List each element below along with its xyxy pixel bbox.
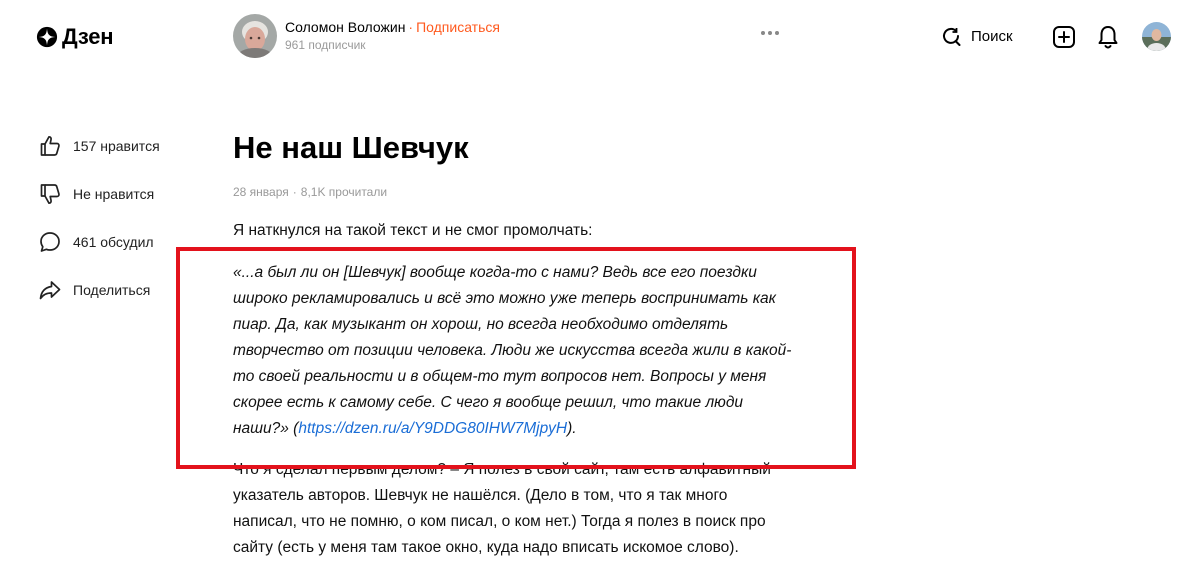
quote-end: ). [567,420,577,437]
read-count: 8,1K прочитали [300,185,388,199]
logo-text: Дзен [62,24,114,49]
share-label: Поделиться [73,282,151,298]
more-dot-icon [768,31,772,35]
user-avatar[interactable] [1142,22,1171,51]
subscriber-count: 961 подписчик [285,37,366,52]
article-actions: 157 нравится Не нравится 461 обсудил Под… [38,134,160,326]
author-name[interactable]: Соломон Воложин [285,19,405,35]
article-title: Не наш Шевчук [233,130,469,165]
intro-paragraph: Я наткнулся на такой текст и не смог про… [233,222,593,239]
article: Не наш Шевчук 28 января · 8,1K прочитали Я… [233,128,813,561]
add-post-icon[interactable] [1052,25,1076,49]
like-count: 157 нравится [73,138,160,154]
author-info: Соломон Воложин · Подписаться 961 подпис… [285,19,500,52]
more-options-button[interactable] [757,27,783,39]
author-line: Соломон Воложин · Подписаться [285,19,500,35]
body-paragraph: Что я сделал первым делом? – Я полез в с… [233,461,771,556]
search-icon [943,27,961,46]
comment-count: 461 обсудил [73,234,154,250]
more-dot-icon [761,31,765,35]
search-button[interactable]: Поиск [941,26,1013,46]
thumbs-down-icon [40,184,60,205]
like-button[interactable]: 157 нравится [38,134,160,158]
share-icon [39,281,61,300]
more-dot-icon [775,31,779,35]
publish-date: 28 января [233,185,289,199]
search-label: Поиск [971,27,1013,45]
comment-icon [40,232,60,252]
quote-text: «...а был ли он [Шевчук] вообще когда-то… [233,264,792,437]
source-link[interactable]: https://dzen.ru/a/Y9DDG80IHW7MjpyH [298,420,567,437]
dislike-button[interactable]: Не нравится [38,182,160,206]
dzen-logo-icon [36,26,58,48]
author-separator: · [408,18,414,35]
comments-button[interactable]: 461 обсудил [38,230,160,254]
thumbs-up-icon [40,135,60,156]
dzen-logo[interactable]: Дзен [36,24,114,50]
dislike-label: Не нравится [73,186,155,202]
article-meta: 28 января · 8,1K прочитали [233,185,813,199]
author-avatar[interactable] [233,14,277,58]
notifications-bell-icon[interactable] [1097,24,1119,50]
subscribe-link[interactable]: Подписаться [416,19,500,35]
author-block: Соломон Воложин · Подписаться 961 подпис… [233,14,500,58]
share-button[interactable]: Поделиться [38,278,160,302]
quote-paragraph: «...а был ли он [Шевчук] вообще когда-то… [233,260,803,442]
meta-separator: · [292,185,297,199]
